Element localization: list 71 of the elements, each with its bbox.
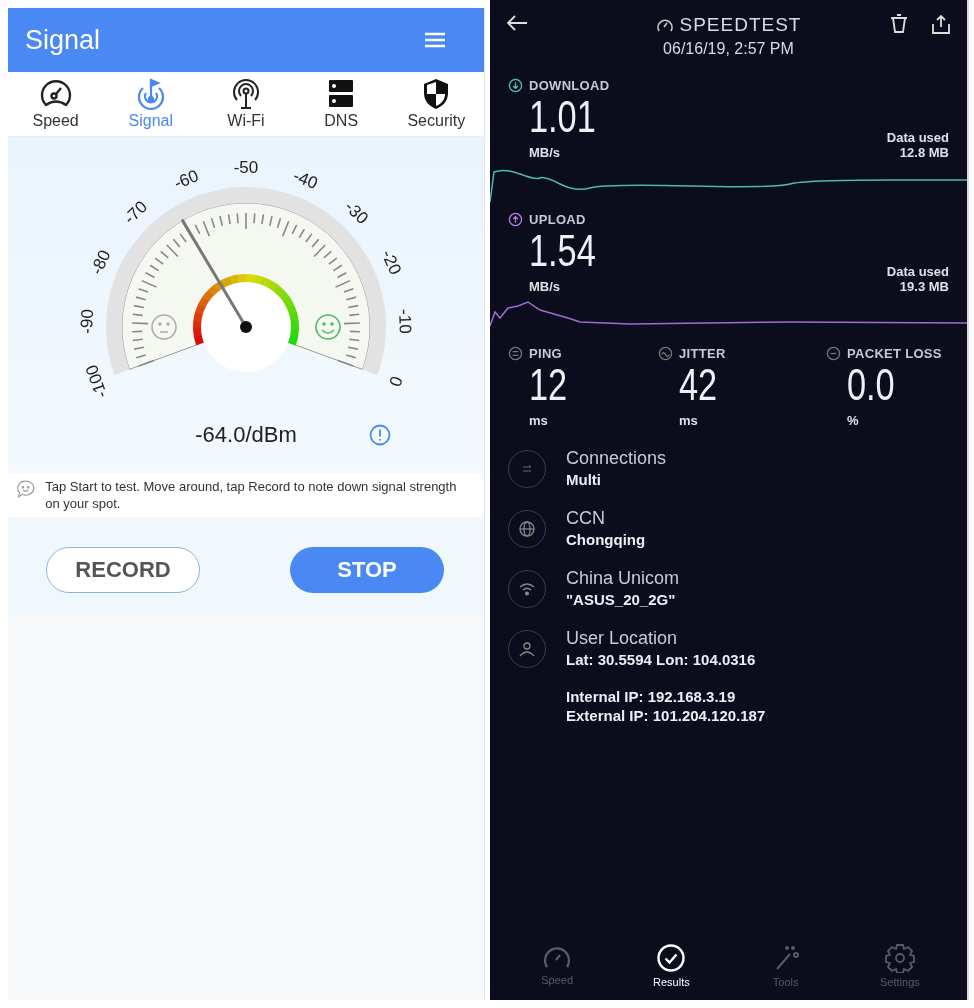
hint-text: Tap Start to test. Move around, tap Record to note down signal strength on your spot.: [45, 478, 458, 512]
scale-label: -90: [77, 308, 97, 335]
signal-reading: -64.0/dBm: [195, 422, 297, 448]
scale-label: -40: [290, 166, 321, 193]
data-used-label: Data used: [886, 130, 949, 145]
detail-value: Multi: [566, 471, 602, 488]
tab[interactable]: Speed: [15, 74, 96, 134]
trash-icon[interactable]: [889, 14, 909, 34]
scale-label: -20: [377, 247, 405, 278]
detail-title: CCN: [566, 508, 606, 529]
section-label: DOWNLOAD: [529, 78, 610, 93]
wifi-icon: [518, 581, 536, 597]
share-icon[interactable]: [931, 14, 951, 34]
app-title: Signal: [25, 24, 101, 56]
download-icon: [508, 78, 523, 93]
metric-value: 12: [529, 361, 568, 409]
nav-item[interactable]: Results: [626, 943, 717, 988]
metric-label: JITTER: [679, 346, 726, 361]
data-used-value: 12.8 MB: [899, 145, 949, 160]
gauge-icon: [655, 17, 674, 33]
checkmark-circle-icon: [656, 943, 687, 973]
ip-address: External IP: 101.204.120.187: [566, 707, 766, 724]
record-button[interactable]: RECORD: [46, 547, 200, 593]
scale-label: 0: [384, 373, 406, 390]
person-icon: [518, 640, 536, 658]
speed-value: 1.54: [529, 227, 596, 275]
data-used-label: Data used: [886, 264, 949, 279]
speedtest-title: SPEEDTEST: [679, 14, 802, 36]
metric-label: PING: [529, 346, 562, 361]
ip-address: Internal IP: 192.168.3.19: [566, 688, 737, 705]
unit-label: ms: [529, 413, 548, 428]
upload-icon: [508, 212, 523, 227]
metric-value: 42: [679, 361, 718, 409]
speed-value: 1.01: [529, 93, 596, 141]
detail-title: Connections: [566, 448, 667, 469]
detail-value: "ASUS_20_2G": [566, 591, 677, 608]
detail-value: Lat: 30.5594 Lon: 104.0316: [566, 651, 757, 668]
scale-label: -80: [87, 247, 115, 278]
unit-label: %: [847, 413, 859, 428]
info-icon[interactable]: [369, 424, 391, 446]
back-arrow-icon[interactable]: [506, 14, 528, 32]
detail-title: China Unicom: [566, 568, 680, 589]
smiley-face-icon: [315, 314, 341, 340]
scale-label: -70: [120, 197, 151, 228]
needle-hub: [240, 321, 252, 333]
scale-label: -50: [233, 158, 259, 178]
metric-label: PACKET LOSS: [847, 346, 942, 361]
menu-icon[interactable]: [424, 32, 446, 48]
scale-label: -60: [171, 166, 202, 193]
metric-value: 0.0: [847, 361, 895, 409]
detail-value: Chongqing: [566, 531, 646, 548]
globe-icon: [518, 520, 536, 538]
ping-icon: [508, 346, 523, 361]
scale-label: -100: [81, 362, 112, 401]
section-label: UPLOAD: [529, 212, 586, 227]
unit-label: ms: [679, 413, 698, 428]
unit-label: MB/s: [529, 279, 562, 294]
tab[interactable]: Security: [396, 74, 477, 134]
tab[interactable]: Wi-Fi: [205, 74, 286, 134]
tab[interactable]: DNS: [301, 74, 382, 134]
scale-label: -30: [341, 197, 372, 228]
minus-icon: [826, 346, 841, 361]
sad-face-icon: [151, 314, 177, 340]
chat-smiley-icon: [16, 478, 36, 500]
detail-title: User Location: [566, 628, 679, 649]
scale-label: -10: [395, 308, 415, 335]
settings-icon: [884, 943, 915, 973]
test-timestamp: 06/16/19, 2:57 PM: [663, 40, 794, 58]
wave-icon: [658, 346, 673, 361]
data-used-value: 19.3 MB: [899, 279, 949, 294]
unit-label: MB/s: [529, 145, 562, 160]
